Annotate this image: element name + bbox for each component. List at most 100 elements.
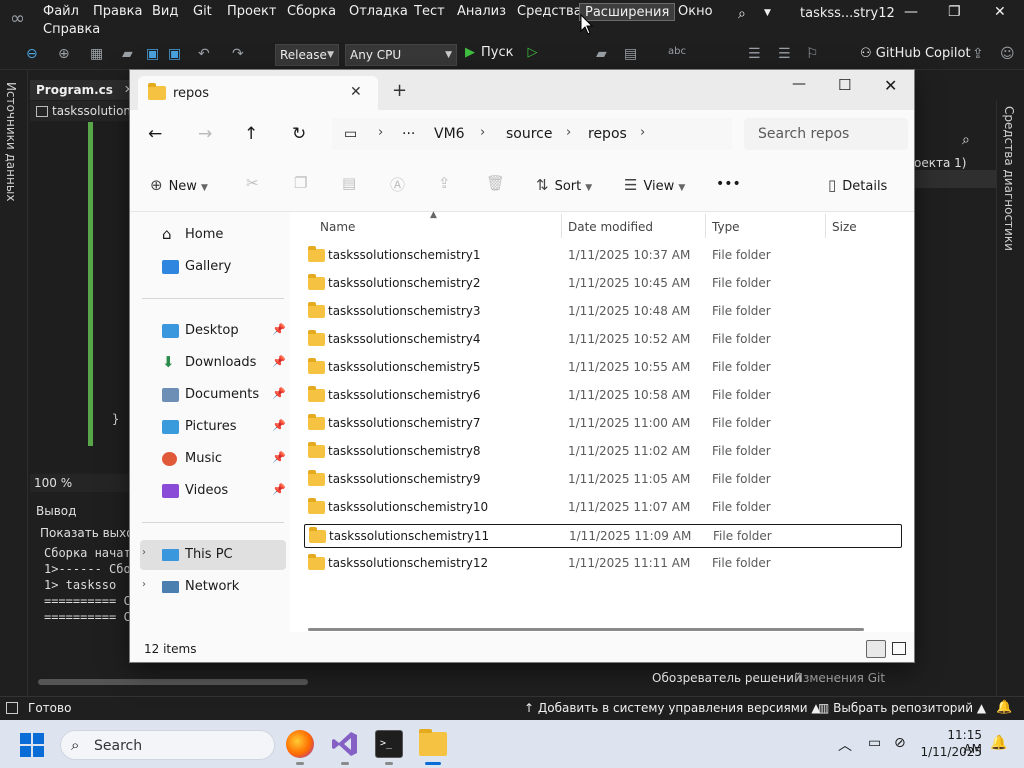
minimize-icon[interactable]: — <box>904 4 918 20</box>
close-icon[interactable]: ✕ <box>884 76 897 95</box>
nav-desktop[interactable]: Desktop 📌 <box>140 316 286 346</box>
menu-debug[interactable]: Отладка <box>344 3 413 21</box>
rename-icon[interactable]: Ⓐ <box>390 174 405 195</box>
feedback-icon[interactable]: ☺ <box>1000 46 1015 62</box>
share-icon[interactable]: ⇪ <box>972 46 984 62</box>
chevron-right-icon[interactable]: › <box>640 125 645 140</box>
start-run-button[interactable]: ▶ Пуск ▷ <box>465 45 537 60</box>
nav-gallery[interactable]: Gallery <box>140 252 286 282</box>
firefox-icon[interactable] <box>286 730 314 758</box>
select-repository-button[interactable]: ▥ Выбрать репозиторий ▲ <box>818 701 986 715</box>
up-arrow-icon[interactable]: ↑ <box>244 124 258 144</box>
column-header-size[interactable]: Size <box>832 220 857 234</box>
menu-window[interactable]: Окно <box>673 3 718 21</box>
menu-analyze[interactable]: Анализ <box>452 3 511 21</box>
nav-music[interactable]: Music 📌 <box>140 444 286 474</box>
forward-arrow-icon[interactable]: → <box>198 124 212 144</box>
pin-icon[interactable]: 📌 <box>272 387 286 400</box>
nav-this-pc[interactable]: › This PC <box>140 540 286 570</box>
table-row[interactable]: taskssolutionschemistry9 1/11/2025 11:05 … <box>304 468 902 492</box>
close-icon[interactable]: ✕ <box>994 4 1006 20</box>
menu-tools[interactable]: Средства <box>512 3 587 21</box>
table-row[interactable]: taskssolutionschemistry12 1/11/2025 11:11… <box>304 552 902 576</box>
breadcrumb-vm6[interactable]: VM6 <box>434 126 465 142</box>
windows-start-icon[interactable] <box>20 733 44 757</box>
address-path[interactable]: ▭ › ··· VM6 › source › repos › <box>332 118 732 150</box>
search-icon[interactable]: ⌕ <box>738 6 746 22</box>
file-explorer-icon[interactable] <box>419 729 447 756</box>
column-separator[interactable] <box>825 214 826 238</box>
diagnostic-tools-tab[interactable]: Средства диагностики <box>1002 106 1016 251</box>
redo-icon[interactable]: ↷ <box>232 46 244 62</box>
new-button[interactable]: ⊕ New ▼ <box>150 176 208 194</box>
tiles-view-icon[interactable] <box>892 642 906 655</box>
github-copilot-button[interactable]: ⚇ GitHub Copilot <box>860 46 971 61</box>
table-row[interactable]: taskssolutionschemistry7 1/11/2025 11:00 … <box>304 412 902 436</box>
menu-build[interactable]: Сборка <box>282 3 341 21</box>
table-row[interactable]: taskssolutionschemistry2 1/11/2025 10:45 … <box>304 272 902 296</box>
tab-solution-explorer[interactable]: Обозреватель решений <box>652 671 802 685</box>
play-without-debug-icon[interactable]: ▷ <box>527 45 537 60</box>
table-row[interactable]: taskssolutionschemistry5 1/11/2025 10:55 … <box>304 356 902 380</box>
visual-studio-logo-icon[interactable]: ∞ <box>10 8 34 29</box>
menu-help[interactable]: Справка <box>38 21 105 39</box>
back-icon[interactable]: ⊖ <box>26 46 38 62</box>
column-separator[interactable] <box>561 214 562 238</box>
add-to-source-control-button[interactable]: ↑ Добавить в систему управления версиями… <box>524 701 821 715</box>
new-tab-button[interactable]: + <box>392 82 407 100</box>
nav-home[interactable]: ⌂ Home <box>140 220 286 250</box>
pin-icon[interactable]: 📌 <box>272 419 286 432</box>
nav-network[interactable]: › Network <box>140 572 286 602</box>
column-header-type[interactable]: Type <box>712 220 740 234</box>
configuration-select[interactable]: Release ▼ <box>275 44 339 66</box>
chevron-right-icon[interactable]: › <box>566 125 571 140</box>
breadcrumb-repos[interactable]: repos <box>588 126 627 142</box>
back-arrow-icon[interactable]: ← <box>148 124 162 144</box>
visual-studio-icon[interactable] <box>331 730 359 758</box>
zoom-level[interactable]: 100 % <box>30 474 140 492</box>
search-input[interactable]: Search repos <box>744 118 908 150</box>
save-all-icon[interactable]: ▣ <box>168 46 181 62</box>
pin-icon[interactable]: 📌 <box>272 483 286 496</box>
taskbar-search[interactable]: ⌕ Search <box>60 730 275 760</box>
table-row[interactable]: taskssolutionschemistry1 1/11/2025 10:37 … <box>304 244 902 268</box>
horizontal-scrollbar[interactable] <box>308 628 864 631</box>
clock-date[interactable]: 1/11/2025 <box>920 745 982 759</box>
tab-git-changes[interactable]: Изменения Git <box>794 671 885 685</box>
table-row-focused[interactable]: taskssolutionschemistry11 1/11/2025 11:09… <box>304 524 902 548</box>
chevron-up-icon[interactable]: ︿ <box>838 735 852 755</box>
folder-icon[interactable]: ▰ <box>596 46 607 62</box>
pin-icon[interactable]: 📌 <box>272 323 286 336</box>
comment-icon[interactable]: ☰ <box>748 46 761 62</box>
chevron-right-icon[interactable]: › <box>378 125 383 140</box>
network-status-icon[interactable]: ⊘ <box>894 735 906 751</box>
table-row[interactable]: taskssolutionschemistry4 1/11/2025 10:52 … <box>304 328 902 352</box>
spellcheck-icon[interactable]: abc <box>668 46 686 57</box>
explorer-tab-repos[interactable]: repos ✕ <box>138 76 378 110</box>
uncomment-icon[interactable]: ☰ <box>778 46 791 62</box>
column-header-date[interactable]: Date modified <box>568 220 653 234</box>
notification-bell-icon[interactable]: 🔔 <box>990 735 1007 751</box>
column-separator[interactable] <box>705 214 706 238</box>
maximize-icon[interactable]: ☐ <box>838 76 851 94</box>
editor-navigation-bar[interactable]: taskssolutions <box>30 101 140 121</box>
chevron-right-icon[interactable]: › <box>480 125 485 140</box>
cut-icon[interactable]: ✂ <box>246 174 259 192</box>
monitor-icon[interactable]: ▭ <box>344 126 357 142</box>
breadcrumb-source[interactable]: source <box>506 126 553 142</box>
monitor-icon[interactable]: ▭ <box>868 735 881 751</box>
delete-icon[interactable]: 🗑 <box>486 174 505 192</box>
details-pane-button[interactable]: ▯ Details <box>828 176 887 194</box>
share-icon[interactable]: ⇪ <box>438 174 451 192</box>
selected-tree-row[interactable] <box>910 170 996 188</box>
paste-icon[interactable]: ▤ <box>342 174 356 192</box>
menu-edit[interactable]: Правка <box>88 3 147 21</box>
chevron-down-icon[interactable]: ▼ <box>764 8 771 18</box>
forward-icon[interactable]: ⊕ <box>58 46 70 62</box>
nav-pictures[interactable]: Pictures 📌 <box>140 412 286 442</box>
nav-videos[interactable]: Videos 📌 <box>140 476 286 506</box>
data-sources-tab[interactable]: Источники данных <box>4 82 18 201</box>
sort-button[interactable]: ⇅ Sort ▼ <box>536 176 592 194</box>
table-row[interactable]: taskssolutionschemistry8 1/11/2025 11:02 … <box>304 440 902 464</box>
undo-icon[interactable]: ↶ <box>198 46 210 62</box>
